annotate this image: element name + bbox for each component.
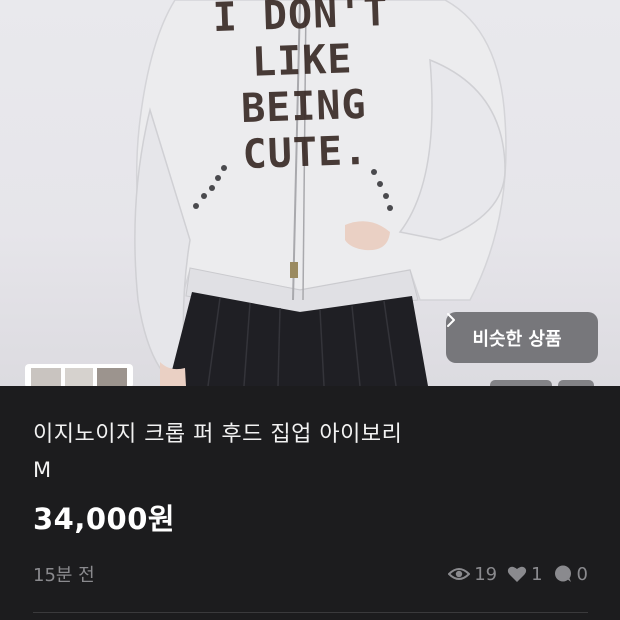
product-size: M bbox=[33, 458, 52, 482]
views-count: 19 bbox=[474, 563, 498, 585]
product-stats: 19 1 0 bbox=[442, 564, 588, 585]
print-line: LIKE bbox=[251, 36, 354, 86]
eye-icon bbox=[448, 566, 471, 582]
zipper-pull bbox=[290, 262, 298, 278]
chat-bubble-icon bbox=[553, 565, 573, 583]
thumbnail-image[interactable] bbox=[65, 368, 93, 386]
divider bbox=[33, 612, 588, 613]
print-line: I DON'T bbox=[212, 0, 390, 42]
thumbnail-strip[interactable] bbox=[25, 364, 133, 386]
product-price: 34,000원 bbox=[33, 502, 176, 536]
chats-count: 0 bbox=[576, 563, 588, 585]
product-title: 이지노이지 크롭 퍼 후드 집업 아이보리 bbox=[33, 422, 403, 447]
likes-count: 1 bbox=[531, 563, 543, 585]
print-line: BEING bbox=[240, 81, 368, 133]
views-stat: 19 bbox=[448, 564, 497, 585]
similar-products-button[interactable]: 비슷한 상품 bbox=[446, 312, 598, 363]
product-info-panel: 이지노이지 크롭 퍼 후드 집업 아이보리 M 34,000원 15분 전 19… bbox=[0, 386, 620, 620]
hoodie-print-text: I DON'T LIKE BEING CUTE. bbox=[205, 0, 401, 179]
thumbnail-image[interactable] bbox=[31, 368, 61, 386]
thumbnail-image[interactable] bbox=[97, 368, 127, 386]
print-line: CUTE. bbox=[241, 127, 369, 179]
product-photo[interactable]: I DON'T LIKE BEING CUTE. 비슷한 상품 bbox=[0, 0, 620, 386]
product-meta: 15분 전 19 1 0 bbox=[33, 561, 588, 587]
chats-stat: 0 bbox=[553, 564, 588, 585]
heart-icon bbox=[507, 565, 527, 583]
posted-time: 15분 전 bbox=[33, 565, 95, 586]
similar-products-label: 비슷한 상품 bbox=[472, 328, 562, 350]
likes-stat: 1 bbox=[507, 563, 543, 585]
